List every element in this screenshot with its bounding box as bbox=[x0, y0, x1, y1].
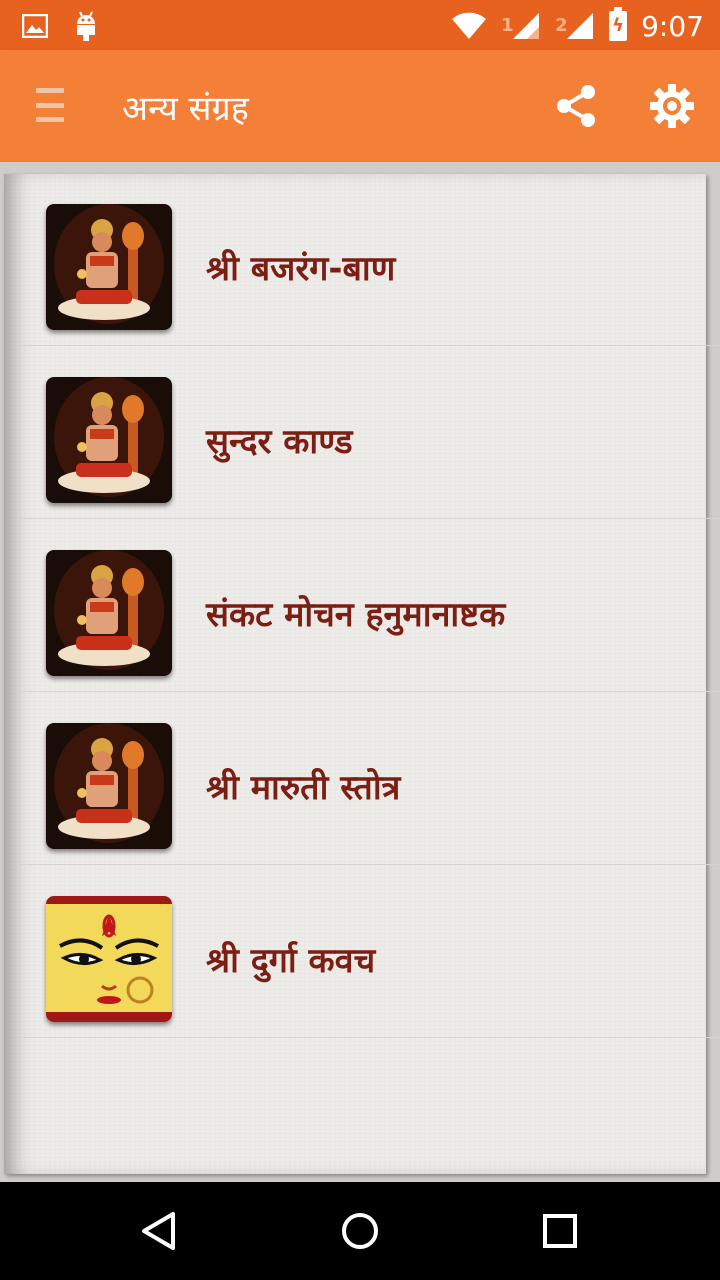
list-panel: श्री बजरंग-बाण सुन्दर काण्ड संकट मोचन हन… bbox=[4, 174, 720, 1174]
divider bbox=[20, 518, 720, 519]
divider bbox=[20, 864, 720, 865]
hanuman-image bbox=[46, 204, 172, 330]
content-area: श्री बजरंग-बाण सुन्दर काण्ड संकट मोचन हन… bbox=[0, 162, 720, 1182]
durga-image bbox=[46, 896, 172, 1022]
wifi-icon bbox=[452, 12, 487, 39]
android-icon bbox=[77, 11, 95, 41]
hanuman-image bbox=[46, 550, 172, 676]
list-item[interactable]: सुन्दर काण्ड bbox=[20, 347, 720, 519]
back-icon[interactable] bbox=[135, 1206, 185, 1256]
hanuman-image bbox=[46, 377, 172, 503]
divider bbox=[20, 691, 720, 692]
gear-icon[interactable] bbox=[648, 82, 696, 130]
item-label: श्री मारुती स्तोत्र bbox=[206, 768, 401, 808]
navigation-bar bbox=[0, 1182, 720, 1280]
list-item[interactable]: श्री मारुती स्तोत्र bbox=[20, 693, 720, 865]
item-label: श्री दुर्गा कवच bbox=[206, 941, 376, 981]
list-item[interactable]: संकट मोचन हनुमानाष्टक bbox=[20, 520, 720, 692]
signal-sim1: 1 bbox=[501, 11, 541, 41]
status-bar: 1 2 ϟ 9:07 bbox=[0, 0, 720, 50]
share-icon[interactable] bbox=[552, 82, 600, 130]
status-time: 9:07 bbox=[641, 9, 704, 43]
page-title: अन्य संग्रह bbox=[122, 89, 249, 129]
item-label: संकट मोचन हनुमानाष्टक bbox=[206, 595, 506, 635]
signal-icon bbox=[513, 13, 540, 39]
divider bbox=[20, 1037, 720, 1038]
hanuman-image bbox=[46, 723, 172, 849]
app-toolbar: अन्य संग्रह bbox=[0, 50, 720, 162]
item-label: श्री बजरंग-बाण bbox=[206, 249, 396, 289]
list-item[interactable]: श्री दुर्गा कवच bbox=[20, 866, 720, 1038]
image-icon bbox=[22, 14, 48, 38]
battery-charging-icon: ϟ bbox=[609, 7, 628, 41]
divider bbox=[20, 345, 720, 346]
item-label: सुन्दर काण्ड bbox=[206, 422, 353, 462]
menu-icon[interactable] bbox=[36, 88, 64, 122]
home-icon[interactable] bbox=[335, 1206, 385, 1256]
list-item[interactable]: श्री बजरंग-बाण bbox=[20, 174, 720, 346]
recents-icon[interactable] bbox=[535, 1206, 585, 1256]
signal-sim2: 2 bbox=[555, 11, 595, 41]
signal-icon bbox=[567, 13, 594, 39]
